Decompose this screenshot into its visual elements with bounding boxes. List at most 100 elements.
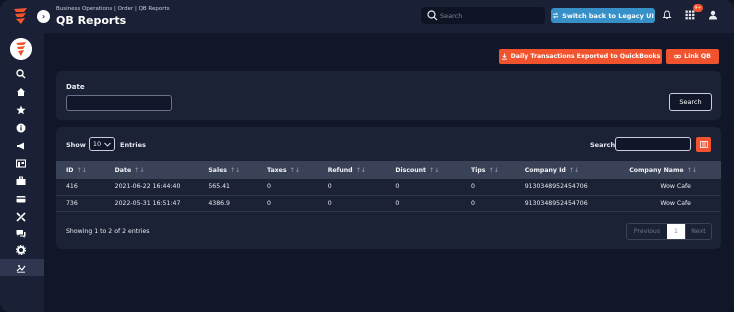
chevron-right-icon: › <box>41 12 46 21</box>
bell-icon <box>662 10 672 19</box>
info-icon <box>16 123 26 133</box>
sort-icon: ↑↓ <box>488 166 499 174</box>
cell-date: 2021-06-22 16:44:40 <box>114 183 181 191</box>
column-header-company-name[interactable]: Company Name ↑↓ <box>619 161 721 179</box>
sidebar-item-info[interactable] <box>14 122 28 134</box>
daily-transactions-export-label: Daily Transactions Exported to QuickBook… <box>510 53 661 60</box>
chevron-down-icon <box>104 142 111 147</box>
grid-icon <box>685 10 695 20</box>
user-menu-button[interactable] <box>707 9 719 21</box>
breadcrumb: Business Operations | Order | QB Reports <box>56 6 170 12</box>
avatar-logo-icon <box>10 38 32 60</box>
home-icon <box>17 88 25 96</box>
cell-tips: 0 <box>470 183 475 191</box>
cell-company-id: 9130348952454706 <box>524 183 588 191</box>
column-header-discount[interactable]: Discount ↑↓ <box>385 161 461 179</box>
column-header-date[interactable]: Date ↑↓ <box>105 161 199 179</box>
sidebar-item-messages[interactable] <box>14 228 28 240</box>
cell-company-name: Wow Cafe <box>660 183 691 191</box>
daily-transactions-export-button[interactable]: Daily Transactions Exported to QuickBook… <box>499 49 662 64</box>
expand-sidebar-button[interactable]: › <box>37 10 50 23</box>
global-search[interactable] <box>421 7 545 24</box>
entries-label: Entries <box>120 141 146 149</box>
sidebar-item-settings[interactable] <box>14 244 28 256</box>
sort-icon: ↑↓ <box>76 166 87 174</box>
cell-discount: 0 <box>395 199 400 207</box>
column-header-id[interactable]: ID ↑↓ <box>56 161 105 179</box>
reports-icon <box>16 265 26 273</box>
date-label: Date <box>66 83 85 91</box>
cell-taxes: 0 <box>267 199 271 207</box>
column-visibility-button[interactable] <box>696 137 711 152</box>
app-window: › Business Operations | Order | QB Repor… <box>0 0 734 312</box>
sidebar-item-home[interactable] <box>14 86 28 98</box>
qb-reports-table: ID ↑↓ Date ↑↓ Sales ↑↓ Taxes ↑↓ Refund ↑↓ Dis… <box>56 161 721 212</box>
sidebar-item-reports[interactable] <box>14 262 28 274</box>
sidebar-item-marketing[interactable] <box>14 140 28 152</box>
filter-search-button[interactable]: Search <box>669 93 712 111</box>
cell-sales: 4386.9 <box>208 199 230 207</box>
cell-tips: 0 <box>470 199 475 207</box>
star-icon <box>16 105 26 115</box>
table-header-row: ID ↑↓ Date ↑↓ Sales ↑↓ Taxes ↑↓ Refund ↑↓ Dis… <box>56 161 721 179</box>
sidebar-item-search[interactable] <box>14 68 28 80</box>
switch-legacy-ui-label: Switch back to Legacy UI <box>562 11 654 20</box>
column-header-sales[interactable]: Sales ↑↓ <box>198 161 257 179</box>
sort-icon: ↑↓ <box>355 166 366 174</box>
search-icon <box>16 69 26 79</box>
next-page-button[interactable]: Next <box>685 224 711 239</box>
page-title: QB Reports <box>56 14 127 27</box>
notification-badge: 9+ <box>693 4 703 12</box>
sidebar-item-store[interactable] <box>14 157 28 169</box>
column-header-refund[interactable]: Refund ↑↓ <box>318 161 386 179</box>
table-summary: Showing 1 to 2 of 2 entries <box>66 228 150 235</box>
megaphone-icon <box>17 142 24 150</box>
sidebar <box>0 0 44 312</box>
table-search-input[interactable] <box>615 137 691 151</box>
sort-icon: ↑↓ <box>429 166 440 174</box>
entries-per-page-select[interactable]: 10 <box>89 137 115 151</box>
sidebar-item-tools[interactable] <box>14 211 28 223</box>
entries-per-page-value: 10 <box>92 140 102 148</box>
search-icon <box>427 10 438 21</box>
global-search-input[interactable] <box>440 9 540 22</box>
download-icon <box>501 53 507 60</box>
link-qb-label: Link QB <box>684 53 711 60</box>
chat-icon <box>16 230 26 238</box>
cell-taxes: 0 <box>267 183 271 191</box>
columns-icon <box>699 141 708 148</box>
tools-icon <box>16 212 26 222</box>
table-search-label: Search: <box>590 141 618 149</box>
table-row: 416 2021-06-22 16:44:40 565.41 0 0 0 0 9… <box>56 179 721 195</box>
column-header-taxes[interactable]: Taxes ↑↓ <box>257 161 318 179</box>
sidebar-item-business[interactable] <box>14 175 28 187</box>
user-icon <box>709 10 717 20</box>
cell-discount: 0 <box>395 183 400 191</box>
brand-logo-icon[interactable] <box>11 6 31 26</box>
cell-sales: 565.41 <box>208 183 230 191</box>
swap-icon <box>552 12 559 19</box>
link-qb-button[interactable]: Link QB <box>666 49 719 64</box>
cell-refund: 0 <box>327 199 332 207</box>
cell-refund: 0 <box>327 183 332 191</box>
cell-date: 2022-05-31 16:51:47 <box>114 199 181 207</box>
link-icon <box>674 54 682 59</box>
notifications-button[interactable] <box>661 9 673 21</box>
cell-company-id: 9130348952454706 <box>524 199 588 207</box>
date-field[interactable] <box>66 95 172 111</box>
table-row: 736 2022-05-31 16:51:47 4386.9 0 0 0 0 9… <box>56 195 721 211</box>
sidebar-item-payments[interactable] <box>14 193 28 205</box>
avatar[interactable] <box>10 38 32 60</box>
sort-icon: ↑↓ <box>229 166 241 174</box>
sort-icon: ↑↓ <box>134 166 145 174</box>
sort-icon: ↑↓ <box>289 166 300 174</box>
show-label: Show <box>66 141 86 149</box>
gear-icon <box>16 245 26 255</box>
page-1-button[interactable]: 1 <box>667 224 685 239</box>
column-header-tips[interactable]: Tips ↑↓ <box>461 161 515 179</box>
previous-page-button[interactable]: Previous <box>627 224 667 239</box>
column-header-company-id[interactable]: Company Id ↑↓ <box>515 161 619 179</box>
sidebar-item-favorites[interactable] <box>14 104 28 116</box>
switch-legacy-ui-button[interactable]: Switch back to Legacy UI <box>551 8 655 23</box>
pagination: Previous 1 Next <box>626 223 712 240</box>
